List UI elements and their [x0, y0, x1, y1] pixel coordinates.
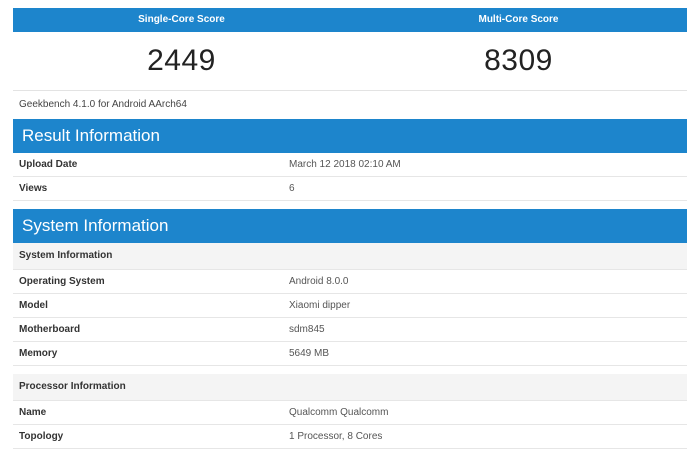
memory-value: 5649 MB — [289, 348, 330, 359]
single-core-score-label: Single-Core Score — [138, 14, 225, 25]
table-row: Upload Date March 12 2018 02:10 AM — [13, 153, 687, 177]
system-information-heading: System Information — [13, 209, 687, 243]
geekbench-version-text: Geekbench 4.1.0 for Android AArch64 — [19, 99, 187, 110]
score-header-bar: Single-Core Score Multi-Core Score — [13, 8, 687, 32]
model-value: Xiaomi dipper — [289, 300, 351, 311]
score-values-row: 2449 8309 — [13, 32, 687, 91]
result-information-heading: Result Information — [13, 119, 687, 153]
table-row: Memory 5649 MB — [13, 342, 687, 366]
motherboard-value: sdm845 — [289, 324, 325, 335]
upload-date-label: Upload Date — [19, 159, 78, 170]
processor-information-subheading: Processor Information — [13, 374, 687, 401]
topology-value: 1 Processor, 8 Cores — [289, 431, 383, 442]
multi-core-score-value: 8309 — [484, 44, 553, 77]
upload-date-value: March 12 2018 02:10 AM — [289, 159, 401, 170]
motherboard-label: Motherboard — [19, 324, 81, 335]
views-value: 6 — [289, 183, 295, 194]
model-label: Model — [19, 300, 48, 311]
table-row: Name Qualcomm Qualcomm — [13, 401, 687, 425]
table-row: Operating System Android 8.0.0 — [13, 270, 687, 294]
system-information-subheading: System Information — [13, 243, 687, 270]
memory-label: Memory — [19, 348, 58, 359]
table-row: Model Xiaomi dipper — [13, 294, 687, 318]
operating-system-label: Operating System — [19, 276, 105, 287]
benchmark-result-page: Single-Core Score Multi-Core Score 2449 … — [13, 8, 687, 449]
operating-system-value: Android 8.0.0 — [289, 276, 349, 287]
table-row: Topology 1 Processor, 8 Cores — [13, 425, 687, 449]
single-core-score-value: 2449 — [147, 44, 216, 77]
processor-name-label: Name — [19, 407, 47, 418]
views-label: Views — [19, 183, 48, 194]
table-row: Views 6 — [13, 177, 687, 201]
topology-label: Topology — [19, 431, 64, 442]
processor-name-value: Qualcomm Qualcomm — [289, 407, 389, 418]
multi-core-score-label: Multi-Core Score — [478, 14, 559, 25]
table-row: Motherboard sdm845 — [13, 318, 687, 342]
